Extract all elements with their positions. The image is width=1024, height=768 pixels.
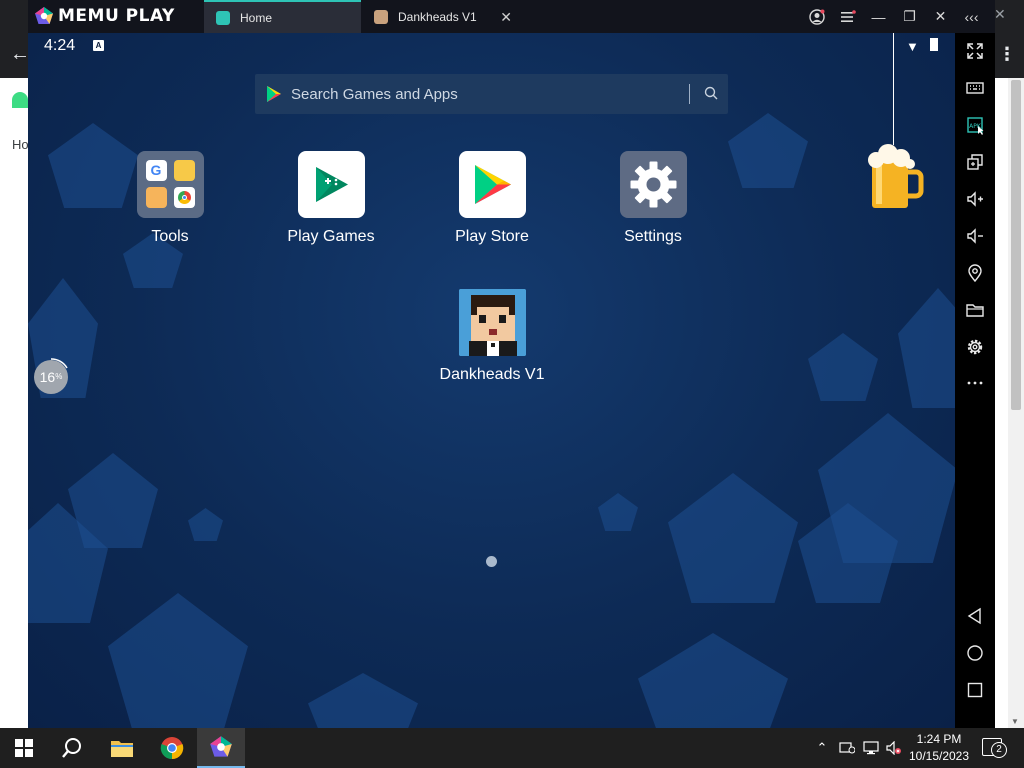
wifi-icon: ▼ bbox=[906, 39, 919, 54]
settings-icon[interactable] bbox=[955, 332, 995, 362]
volume-down-icon[interactable] bbox=[955, 221, 995, 251]
windows-taskbar: ⌃ 1:24 PM 10/15/2023 2 bbox=[0, 728, 1024, 768]
taskbar-chrome[interactable] bbox=[148, 728, 196, 768]
android-icon bbox=[12, 92, 28, 108]
network-icon[interactable] bbox=[860, 728, 882, 768]
bg-pentagon bbox=[188, 508, 223, 541]
app-label: Play Games bbox=[287, 228, 375, 245]
bg-pentagon bbox=[308, 673, 418, 728]
collapse-toolbar-icon[interactable]: ‹‹‹ bbox=[956, 0, 987, 33]
memu-logo-icon bbox=[35, 7, 53, 24]
restore-icon[interactable]: ❐ bbox=[894, 0, 925, 33]
memu-titlebar: MEMU PLAY Home Dankheads V1 ✕ — ❐ ✕ ‹‹‹ bbox=[28, 0, 995, 33]
taskbar-search-button[interactable] bbox=[48, 728, 96, 768]
device-icon[interactable] bbox=[836, 728, 858, 768]
menu-icon[interactable] bbox=[832, 0, 863, 33]
bg-pentagon bbox=[668, 473, 798, 603]
back-icon[interactable] bbox=[955, 601, 995, 631]
taskbar-clock[interactable]: 1:24 PM 10/15/2023 bbox=[900, 731, 978, 765]
account-icon[interactable] bbox=[801, 0, 832, 33]
app-tools[interactable]: G Tools bbox=[105, 151, 235, 246]
scroll-down-icon[interactable]: ▼ bbox=[1011, 717, 1019, 726]
scrollbar-thumb[interactable] bbox=[1011, 80, 1021, 410]
keyboard-icon[interactable] bbox=[955, 73, 995, 103]
tools-folder-icon: G bbox=[136, 151, 204, 218]
search-icon bbox=[62, 738, 81, 758]
titlebar-controls: — ❐ ✕ ‹‹‹ bbox=[801, 0, 987, 33]
windows-icon bbox=[15, 739, 33, 757]
recents-icon[interactable] bbox=[955, 675, 995, 705]
app-play-store[interactable]: Play Store bbox=[427, 151, 557, 246]
battery-icon bbox=[930, 38, 938, 51]
memu-window: MEMU PLAY Home Dankheads V1 ✕ — ❐ ✕ ‹‹‹ bbox=[28, 0, 995, 728]
status-notification-icon: A bbox=[93, 40, 104, 51]
tab-dankheads-label: Dankheads V1 bbox=[398, 9, 477, 24]
memu-brand: MEMU PLAY bbox=[34, 6, 175, 26]
right-toolbar: APK bbox=[955, 33, 995, 728]
tab-home-label: Home bbox=[240, 10, 273, 25]
location-icon[interactable] bbox=[955, 258, 995, 288]
android-screen[interactable]: 4:24 A ▼ Search Games and Apps G Tools P… bbox=[28, 33, 955, 728]
play-store-app-icon bbox=[458, 151, 526, 218]
search-bar[interactable]: Search Games and Apps bbox=[255, 74, 728, 114]
app-label: Dankheads V1 bbox=[439, 366, 545, 383]
chrome-icon bbox=[160, 737, 184, 760]
app-label: Play Store bbox=[455, 228, 529, 245]
fullscreen-icon[interactable] bbox=[955, 36, 995, 66]
app-dankheads[interactable]: Dankheads V1 bbox=[427, 289, 557, 384]
app-play-games[interactable]: Play Games bbox=[266, 151, 396, 246]
volume-up-icon[interactable] bbox=[955, 184, 995, 214]
apk-install-icon[interactable]: APK bbox=[955, 110, 995, 140]
tab-dankheads[interactable]: Dankheads V1 ✕ bbox=[362, 0, 520, 33]
folder-icon bbox=[111, 741, 133, 757]
home-icon[interactable] bbox=[955, 638, 995, 668]
tab-home[interactable]: Home bbox=[204, 0, 361, 33]
memu-brand-text: MEMU PLAY bbox=[58, 6, 175, 26]
bg-pentagon bbox=[638, 633, 788, 728]
memu-logo-icon bbox=[210, 736, 232, 757]
start-button[interactable] bbox=[0, 728, 48, 768]
dankheads-app-icon bbox=[458, 289, 526, 356]
more-icon[interactable] bbox=[955, 368, 995, 398]
folder-icon[interactable] bbox=[955, 295, 995, 325]
app-label: Tools bbox=[151, 228, 189, 245]
minimize-icon[interactable]: — bbox=[863, 0, 894, 33]
app-label: Settings bbox=[624, 228, 682, 245]
bg-pentagon bbox=[898, 288, 955, 408]
search-icon[interactable] bbox=[704, 86, 718, 103]
dankheads-tab-icon bbox=[374, 9, 388, 24]
clock-date: 10/15/2023 bbox=[908, 749, 970, 763]
close-icon[interactable]: ✕ bbox=[925, 0, 956, 33]
bg-pentagon bbox=[808, 333, 878, 401]
search-divider bbox=[689, 84, 690, 104]
bg-pentagon bbox=[108, 593, 248, 728]
taskbar-file-explorer[interactable] bbox=[98, 728, 146, 768]
clock-time: 1:24 PM bbox=[916, 732, 962, 746]
browser-menu-icon[interactable]: ⋮ bbox=[998, 44, 1016, 65]
status-time: 4:24 bbox=[44, 37, 76, 54]
home-tab-icon bbox=[216, 10, 230, 25]
browser-scrollbar[interactable]: ▼ bbox=[1008, 78, 1024, 728]
bg-pentagon bbox=[598, 493, 638, 531]
show-hidden-icons[interactable]: ⌃ bbox=[812, 728, 832, 768]
notification-count-badge: 2 bbox=[991, 742, 1007, 758]
background-page-label: Ho bbox=[12, 137, 29, 152]
progress-arc bbox=[50, 358, 68, 369]
bg-pentagon bbox=[818, 413, 955, 563]
tab-close-icon[interactable]: ✕ bbox=[500, 9, 512, 26]
multi-window-icon[interactable] bbox=[955, 147, 995, 177]
progress-indicator: 16% bbox=[34, 358, 68, 394]
play-games-icon bbox=[297, 151, 365, 218]
settings-app-icon bbox=[619, 151, 687, 218]
browser-back-icon[interactable]: ← bbox=[10, 44, 30, 64]
beer-mug-icon[interactable] bbox=[864, 144, 924, 214]
search-placeholder: Search Games and Apps bbox=[291, 85, 458, 103]
widget-string bbox=[893, 33, 894, 145]
page-indicator-dot bbox=[486, 556, 497, 567]
browser-close-icon[interactable]: ✕ bbox=[994, 6, 1006, 23]
bg-pentagon bbox=[728, 113, 808, 188]
taskbar-memu[interactable] bbox=[197, 728, 245, 768]
play-store-icon bbox=[267, 86, 281, 102]
app-settings[interactable]: Settings bbox=[588, 151, 718, 246]
